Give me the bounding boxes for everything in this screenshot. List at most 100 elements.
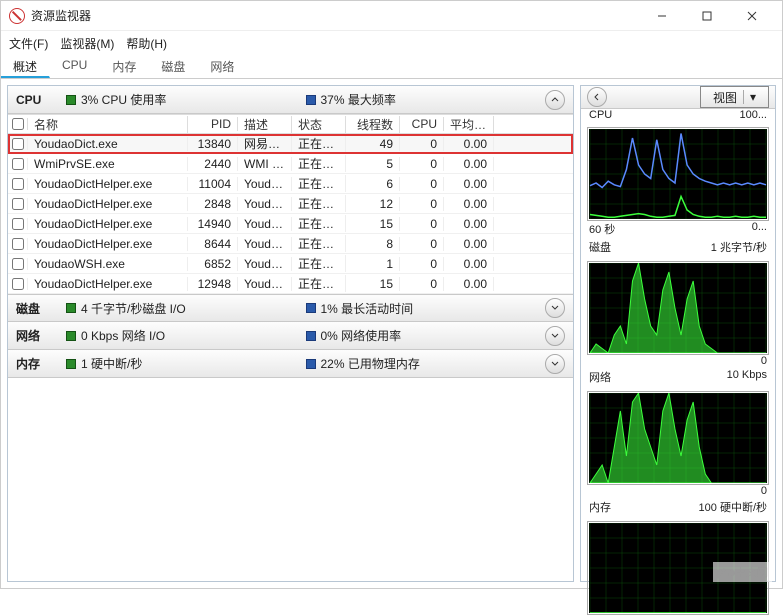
- table-row[interactable]: YoudaoDictHelper.exe14940Youda...正在运行150…: [8, 214, 573, 234]
- cpu-section-header[interactable]: CPU 3% CPU 使用率 37% 最大频率: [8, 86, 573, 114]
- col-cpu[interactable]: CPU: [400, 117, 444, 131]
- row-checkbox[interactable]: [12, 178, 24, 190]
- table-row[interactable]: YoudaoDict.exe13840网易有...正在运行4900.00: [8, 134, 573, 154]
- disk-label: 磁盘: [16, 300, 56, 317]
- cell-threads: 6: [346, 177, 400, 191]
- menu-help[interactable]: 帮助(H): [126, 35, 167, 52]
- cell-avg: 0.00: [444, 177, 494, 191]
- network-usage-text: 0% 网络使用率: [321, 327, 402, 344]
- cell-threads: 15: [346, 277, 400, 291]
- graph-title: CPU: [589, 109, 612, 121]
- app-icon: [9, 8, 25, 24]
- tab-cpu[interactable]: CPU: [50, 55, 100, 78]
- cell-avg: 0.00: [444, 217, 494, 231]
- select-all-checkbox[interactable]: [12, 118, 24, 130]
- view-button[interactable]: 视图 ▾: [700, 86, 769, 108]
- square-green-icon: [66, 331, 76, 341]
- graph-foot-right: 0...: [752, 221, 767, 237]
- table-row[interactable]: YoudaoDictHelper.exe2848Youda...正在运行1200…: [8, 194, 573, 214]
- col-desc[interactable]: 描述: [238, 116, 292, 133]
- graph-box: [587, 261, 769, 355]
- graph-scale: 10 Kbps: [727, 369, 767, 385]
- cell-status: 正在运行: [292, 275, 346, 292]
- cell-avg: 0.00: [444, 277, 494, 291]
- menu-file[interactable]: 文件(F): [9, 35, 48, 52]
- table-row[interactable]: YoudaoDictHelper.exe12948Youda...正在运行150…: [8, 274, 573, 294]
- left-pane: CPU 3% CPU 使用率 37% 最大频率 名称 PID 描述 状态 线程数…: [7, 85, 574, 582]
- cell-cpu: 0: [400, 177, 444, 191]
- col-status[interactable]: 状态: [292, 116, 346, 133]
- network-label: 网络: [16, 327, 56, 344]
- row-checkbox[interactable]: [12, 158, 24, 170]
- row-checkbox[interactable]: [12, 238, 24, 250]
- graph-canvas: [589, 263, 767, 353]
- tab-disk[interactable]: 磁盘: [149, 55, 198, 78]
- graph-canvas: [589, 129, 767, 219]
- table-row[interactable]: YoudaoDictHelper.exe11004Youda...正在运行600…: [8, 174, 573, 194]
- cell-avg: 0.00: [444, 257, 494, 271]
- cell-cpu: 0: [400, 237, 444, 251]
- cell-avg: 0.00: [444, 157, 494, 171]
- expand-button[interactable]: [545, 326, 565, 346]
- col-pid[interactable]: PID: [188, 117, 238, 131]
- window-title: 资源监视器: [31, 7, 639, 24]
- graph-title: 磁盘: [589, 239, 611, 255]
- row-checkbox[interactable]: [12, 138, 24, 150]
- cell-pid: 2440: [188, 157, 238, 171]
- graph-scale: 100 硬中断/秒: [699, 499, 767, 515]
- cell-desc: 网易有...: [238, 135, 292, 152]
- row-checkbox[interactable]: [12, 198, 24, 210]
- cell-threads: 1: [346, 257, 400, 271]
- cell-status: 正在运行: [292, 135, 346, 152]
- tab-memory[interactable]: 内存: [100, 55, 149, 78]
- minimize-button[interactable]: [639, 1, 684, 31]
- cpu-label: CPU: [16, 93, 56, 107]
- chevron-down-icon: ▾: [743, 90, 756, 104]
- square-blue-icon: [306, 359, 316, 369]
- cell-name: YoudaoDictHelper.exe: [28, 237, 188, 251]
- collapse-button[interactable]: [545, 90, 565, 110]
- expand-button[interactable]: [545, 298, 565, 318]
- menubar: 文件(F) 监视器(M) 帮助(H): [1, 31, 782, 55]
- disk-io-text: 4 千字节/秒磁盘 I/O: [81, 300, 186, 317]
- tab-overview[interactable]: 概述: [1, 55, 50, 78]
- memory-used-text: 22% 已用物理内存: [321, 355, 420, 372]
- cell-name: YoudaoWSH.exe: [28, 257, 188, 271]
- cell-status: 正在运行: [292, 195, 346, 212]
- close-button[interactable]: [729, 1, 774, 31]
- cell-name: WmiPrvSE.exe: [28, 157, 188, 171]
- memory-fault-text: 1 硬中断/秒: [81, 355, 142, 372]
- expand-button[interactable]: [545, 354, 565, 374]
- col-name[interactable]: 名称: [28, 116, 188, 133]
- table-row[interactable]: YoudaoDictHelper.exe8644Youda...正在运行800.…: [8, 234, 573, 254]
- process-table-header: 名称 PID 描述 状态 线程数 CPU 平均 C...: [8, 114, 573, 134]
- collapse-right-button[interactable]: [587, 87, 607, 107]
- graph-box: [587, 127, 769, 221]
- cell-threads: 12: [346, 197, 400, 211]
- cell-cpu: 0: [400, 197, 444, 211]
- row-checkbox[interactable]: [12, 278, 24, 290]
- row-checkbox[interactable]: [12, 258, 24, 270]
- maximize-button[interactable]: [684, 1, 729, 31]
- disk-section-header[interactable]: 磁盘 4 千字节/秒磁盘 I/O 1% 最长活动时间: [8, 294, 573, 322]
- col-avg[interactable]: 平均 C...: [444, 116, 494, 133]
- menu-monitor[interactable]: 监视器(M): [60, 35, 114, 52]
- table-row[interactable]: WmiPrvSE.exe2440WMI P...正在运行500.00: [8, 154, 573, 174]
- cell-cpu: 0: [400, 277, 444, 291]
- cell-name: YoudaoDict.exe: [28, 137, 188, 151]
- right-pane: 视图 ▾ CPU100...60 秒0...磁盘1 兆字节/秒0网络10 Kbp…: [580, 85, 776, 582]
- cell-pid: 12948: [188, 277, 238, 291]
- watermark: php中文网: [713, 562, 772, 582]
- cell-cpu: 0: [400, 137, 444, 151]
- graph-title: 内存: [589, 499, 611, 515]
- square-green-icon: [66, 359, 76, 369]
- cell-avg: 0.00: [444, 237, 494, 251]
- graph-canvas: [589, 393, 767, 483]
- row-checkbox[interactable]: [12, 218, 24, 230]
- table-row[interactable]: YoudaoWSH.exe6852Youda...正在运行100.00: [8, 254, 573, 274]
- memory-label: 内存: [16, 355, 56, 372]
- col-threads[interactable]: 线程数: [346, 116, 400, 133]
- memory-section-header[interactable]: 内存 1 硬中断/秒 22% 已用物理内存: [8, 350, 573, 378]
- network-section-header[interactable]: 网络 0 Kbps 网络 I/O 0% 网络使用率: [8, 322, 573, 350]
- tab-network[interactable]: 网络: [198, 55, 247, 78]
